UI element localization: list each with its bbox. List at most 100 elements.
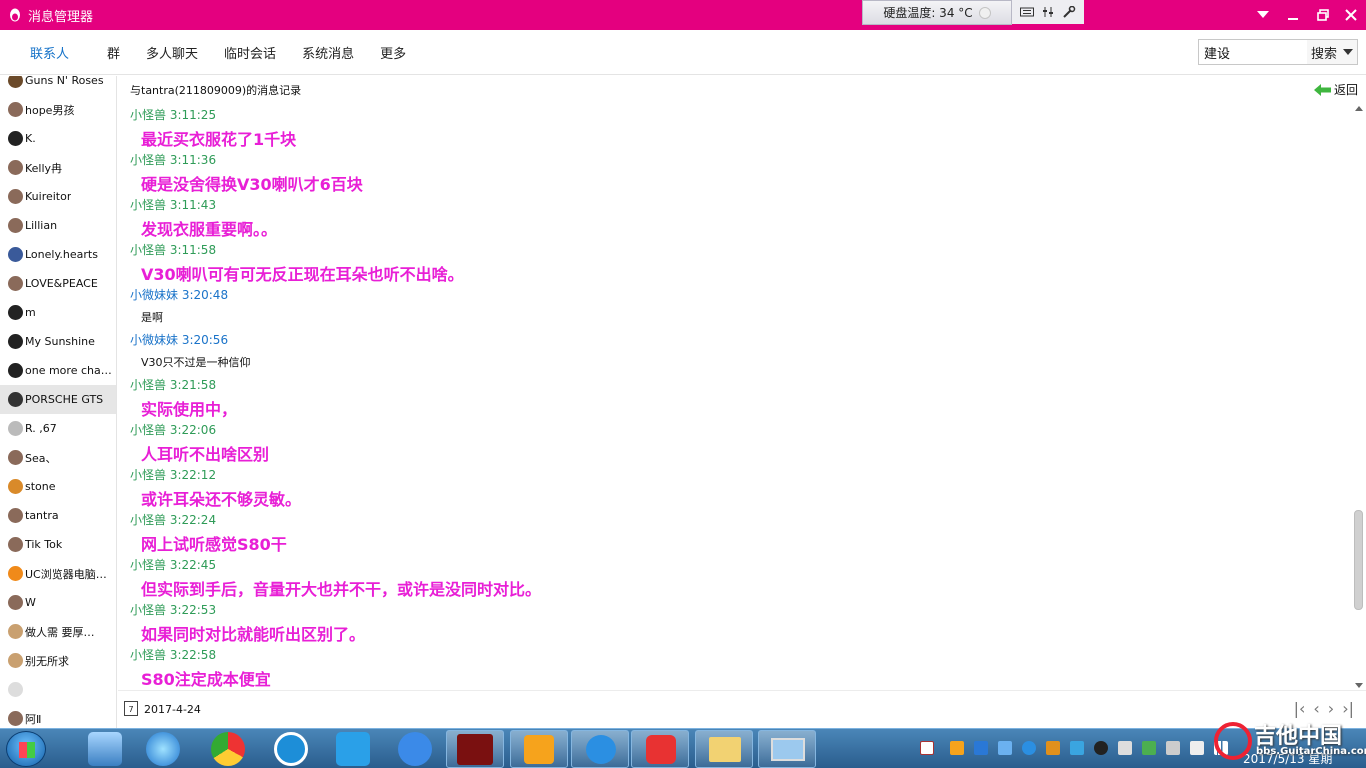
contact-item[interactable]: My Sunshine xyxy=(0,327,116,356)
contact-item[interactable]: K. xyxy=(0,124,116,153)
contact-item[interactable]: R. ,67 xyxy=(0,414,116,443)
contact-item[interactable]: Lonely.hearts xyxy=(0,240,116,269)
tab-groups[interactable]: 群 xyxy=(107,30,120,75)
keyboard-icon[interactable] xyxy=(1019,6,1034,18)
search-button[interactable]: 搜索 xyxy=(1307,39,1358,65)
avatar-image-icon xyxy=(457,734,493,765)
first-page-icon[interactable]: |‹ xyxy=(1294,699,1306,718)
contact-name: Lonely.hearts xyxy=(25,248,98,261)
toggle-knob[interactable] xyxy=(978,6,991,19)
contact-item[interactable]: one more chance xyxy=(0,356,116,385)
scroll-down-icon[interactable] xyxy=(1355,683,1363,688)
contact-item[interactable]: Lillian xyxy=(0,211,116,240)
contact-item[interactable]: m xyxy=(0,298,116,327)
tab-temp-session[interactable]: 临时会话 xyxy=(224,30,276,75)
scroll-up-icon[interactable] xyxy=(1355,106,1363,111)
chrome-browser-icon[interactable] xyxy=(211,732,245,766)
close-icon[interactable] xyxy=(1336,0,1366,30)
contact-list[interactable]: Guns N' Roses hope男孩 K. Kelly冉 Kuireitor Lill… xyxy=(0,76,117,728)
avatar-person-icon xyxy=(8,595,23,610)
avatar-face-icon xyxy=(8,624,23,639)
avatar-face-icon xyxy=(8,653,23,668)
contact-item[interactable]: Kuireitor xyxy=(0,182,116,211)
start-button[interactable] xyxy=(6,731,46,767)
bird-app-icon xyxy=(586,735,616,764)
calendar-icon[interactable]: 7 xyxy=(124,701,138,716)
contact-item[interactable]: tantra xyxy=(0,501,116,530)
taskbar-window-avatar[interactable] xyxy=(446,730,504,768)
search-magnifier-icon[interactable] xyxy=(88,732,122,766)
gift-app-icon xyxy=(524,735,554,764)
contact-item[interactable]: Sea、 xyxy=(0,443,116,472)
edit-app-icon[interactable] xyxy=(398,732,432,766)
contact-name: 做人需 要厚… xyxy=(25,625,95,639)
message-text: 网上试听感觉S80干 xyxy=(141,535,287,554)
bird-tray-icon[interactable] xyxy=(1022,741,1036,755)
avatar-person-icon xyxy=(8,276,23,291)
record-title: 与tantra(211809009)的消息记录 xyxy=(130,84,302,97)
scroll-thumb[interactable] xyxy=(1354,510,1363,611)
cat-tray-icon[interactable] xyxy=(1046,741,1060,755)
restore-icon[interactable] xyxy=(1308,0,1338,30)
last-page-icon[interactable]: ›| xyxy=(1342,699,1354,718)
contact-item[interactable]: 做人需 要厚… xyxy=(0,617,116,646)
back-button[interactable]: 返回 xyxy=(1313,81,1358,98)
contact-name: Lillian xyxy=(25,219,58,232)
check-tray-icon[interactable] xyxy=(1142,741,1156,755)
window-menu-icon[interactable] xyxy=(1248,0,1278,30)
tab-more[interactable]: 更多 xyxy=(380,30,406,75)
search-button-label: 搜索 xyxy=(1311,46,1338,62)
calendar-tray-icon[interactable] xyxy=(920,741,934,755)
wrench-icon[interactable] xyxy=(1062,5,1076,18)
contact-item[interactable]: Tik Tok xyxy=(0,530,116,559)
contact-item[interactable]: stone xyxy=(0,472,116,501)
shield-tray-icon[interactable] xyxy=(974,741,988,755)
feather-app-icon[interactable] xyxy=(336,732,370,766)
message-sender: 小怪兽 3:22:24 xyxy=(130,513,217,527)
hdd-temperature-widget[interactable]: 硬盘温度: 34 °C xyxy=(862,0,1012,25)
contact-item[interactable]: Guns N' Roses xyxy=(0,76,116,95)
next-page-icon[interactable]: › xyxy=(1328,699,1334,718)
contact-item[interactable]: 别无所求 xyxy=(0,646,116,675)
qq-penguin-icon[interactable] xyxy=(1094,741,1108,755)
minimize-icon[interactable] xyxy=(1278,0,1308,30)
contact-item[interactable]: hope男孩 xyxy=(0,95,116,124)
contact-item[interactable]: 阿Ⅱ xyxy=(0,704,116,728)
record-date: 2017-4-24 xyxy=(144,703,201,716)
k-app-icon[interactable] xyxy=(274,732,308,766)
message-text: 但实际到手后，音量开大也并不干，或许是没同时对比。 xyxy=(141,580,542,599)
message-text: S80注定成本便宜 xyxy=(141,670,271,689)
avatar-globe-icon xyxy=(8,247,23,262)
taskbar-window-screen[interactable] xyxy=(758,730,816,768)
contact-name: hope男孩 xyxy=(25,103,75,117)
tab-multi-chat[interactable]: 多人聊天 xyxy=(146,30,198,75)
sync-tray-icon[interactable] xyxy=(1070,741,1084,755)
search-input[interactable] xyxy=(1198,39,1308,65)
ie-browser-icon[interactable] xyxy=(146,732,180,766)
flag-tray-icon[interactable] xyxy=(1166,741,1180,755)
taskbar-window-bird[interactable] xyxy=(571,730,629,768)
taskbar-window-gift[interactable] xyxy=(510,730,568,768)
vertical-scrollbar[interactable] xyxy=(1352,104,1366,690)
contact-item[interactable]: W xyxy=(0,588,116,617)
chevron-down-icon[interactable] xyxy=(1343,49,1353,55)
hdd-temperature-text: 硬盘温度: 34 °C xyxy=(883,6,973,20)
network-tray-icon[interactable] xyxy=(998,741,1012,755)
contact-item[interactable]: PORSCHE GTS xyxy=(0,385,116,414)
message-list[interactable]: 小怪兽 3:11:25 最近买衣服花了1千块 小怪兽 3:11:36 硬是没舍得换V3… xyxy=(118,104,1352,690)
contact-item[interactable]: LOVE&PEACE xyxy=(0,269,116,298)
volume-icon[interactable] xyxy=(1190,741,1204,755)
taskbar-window-folder[interactable] xyxy=(695,730,753,768)
device-tray-icon[interactable] xyxy=(1118,741,1132,755)
prev-page-icon[interactable]: ‹ xyxy=(1313,699,1319,718)
avatar-person-icon xyxy=(8,711,23,726)
contact-item[interactable] xyxy=(0,675,116,704)
tab-contacts[interactable]: 联系人 xyxy=(30,30,69,75)
settings-slider-icon[interactable] xyxy=(1041,6,1055,18)
avatar-person-icon xyxy=(8,189,23,204)
gift-tray-icon[interactable] xyxy=(950,741,964,755)
contact-item[interactable]: Kelly冉 xyxy=(0,153,116,182)
contact-item[interactable]: UC浏览器电脑… xyxy=(0,559,116,588)
tab-system-messages[interactable]: 系统消息 xyxy=(302,30,354,75)
taskbar-window-cow[interactable] xyxy=(631,730,689,768)
